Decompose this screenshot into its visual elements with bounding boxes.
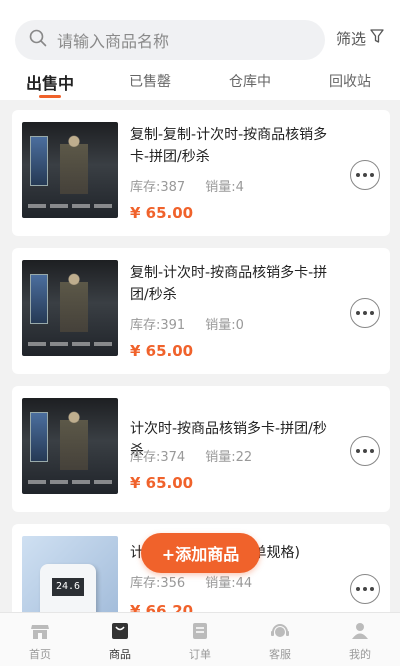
tabbar-item-home[interactable]: 首页 (0, 613, 80, 666)
tabbar-label: 商品 (109, 648, 131, 661)
stock-value: 391 (160, 318, 186, 333)
tabbar-item-service[interactable]: 客服 (240, 613, 320, 666)
sales-value: 0 (235, 318, 244, 333)
tabbar-label: 首页 (29, 648, 51, 661)
sales-label: 销量: (205, 576, 236, 591)
tab-recycle-bin[interactable]: 回收站 (300, 66, 400, 100)
headset-icon (270, 622, 290, 643)
dot-icon (363, 449, 367, 453)
sales-label: 销量: (205, 450, 236, 465)
sales-value: 44 (235, 576, 253, 591)
search-placeholder: 请输入商品名称 (57, 32, 170, 51)
dot-icon (363, 173, 367, 177)
dot-icon (363, 587, 367, 591)
shop-icon (30, 622, 50, 643)
tab-label: 已售罄 (129, 74, 171, 90)
stock-value: 356 (160, 576, 186, 591)
bag-icon (111, 622, 129, 643)
stock-label: 库存: (130, 576, 161, 591)
dot-icon (370, 587, 374, 591)
product-image (22, 122, 118, 218)
header: 请输入商品名称 筛选 出售中 已售罄 仓库中 回收站 (0, 0, 400, 100)
product-title: 复制-复制-计次时-按商品核销多卡-拼团/秒杀 (130, 127, 328, 165)
order-icon (192, 622, 208, 643)
filter-label: 筛选 (335, 30, 366, 48)
funnel-icon (370, 29, 384, 48)
filter-button[interactable]: 筛选 (336, 28, 388, 49)
stock-label: 库存: (130, 450, 161, 465)
dot-icon (370, 173, 374, 177)
product-meta: 库存:356 销量:44 (130, 572, 252, 591)
sales-value: 22 (235, 450, 253, 465)
tabbar-item-orders[interactable]: 订单 (160, 613, 240, 666)
stock-value: 374 (160, 450, 186, 465)
product-price: ¥ 65.00 (130, 342, 194, 360)
tab-on-sale[interactable]: 出售中 (0, 66, 100, 100)
tabbar-label: 订单 (189, 648, 211, 661)
tab-label: 仓库中 (229, 74, 271, 90)
dot-icon (363, 311, 367, 315)
sales-label: 销量: (205, 180, 236, 195)
bottom-tab-bar: 首页 商品 订单 客服 我的 (0, 612, 400, 666)
product-meta: 库存:391 销量:0 (130, 314, 244, 333)
product-list: 复制-复制-计次时-按商品核销多卡-拼团/秒杀 库存:387 销量:4 ¥ 65.… (12, 110, 390, 662)
product-image (22, 260, 118, 356)
product-meta: 库存:387 销量:4 (130, 176, 244, 195)
product-price: ¥ 65.00 (130, 474, 194, 492)
search-icon (29, 29, 47, 51)
product-card[interactable]: 计次时-按商品核销多卡-拼团/秒杀 库存:374 销量:22 ¥ 65.00 (12, 386, 390, 512)
status-tabs: 出售中 已售罄 仓库中 回收站 (0, 66, 400, 100)
dot-icon (370, 311, 374, 315)
tabbar-label: 我的 (349, 648, 371, 661)
tabbar-item-products[interactable]: 商品 (80, 613, 160, 666)
tabbar-item-me[interactable]: 我的 (320, 613, 400, 666)
dot-icon (370, 449, 374, 453)
more-options-button[interactable] (350, 298, 380, 328)
tab-sold-out[interactable]: 已售罄 (100, 66, 200, 100)
product-image (22, 398, 118, 494)
stock-label: 库存: (130, 180, 161, 195)
device-display-text: 24.6 (52, 578, 84, 596)
dot-icon (356, 449, 360, 453)
tab-warehouse[interactable]: 仓库中 (200, 66, 300, 100)
product-meta: 库存:374 销量:22 (130, 446, 252, 465)
dot-icon (356, 311, 360, 315)
dot-icon (356, 587, 360, 591)
product-price: ¥ 65.00 (130, 204, 194, 222)
active-tab-indicator (39, 95, 61, 98)
more-options-button[interactable] (350, 160, 380, 190)
more-options-button[interactable] (350, 574, 380, 604)
product-title: 复制-计次时-按商品核销多卡-拼团/秒杀 (130, 265, 328, 303)
dot-icon (356, 173, 360, 177)
tab-label: 出售中 (25, 74, 74, 93)
product-card[interactable]: 复制-计次时-按商品核销多卡-拼团/秒杀 库存:391 销量:0 ¥ 65.00 (12, 248, 390, 374)
stock-label: 库存: (130, 318, 161, 333)
user-icon (351, 622, 369, 643)
tab-label: 回收站 (329, 74, 371, 90)
more-options-button[interactable] (350, 436, 380, 466)
add-product-button[interactable]: +添加商品 (141, 533, 260, 573)
sales-value: 4 (235, 180, 244, 195)
sales-label: 销量: (205, 318, 236, 333)
stock-value: 387 (160, 180, 186, 195)
search-input[interactable]: 请输入商品名称 (15, 20, 325, 60)
tabbar-label: 客服 (269, 648, 291, 661)
product-card[interactable]: 复制-复制-计次时-按商品核销多卡-拼团/秒杀 库存:387 销量:4 ¥ 65.… (12, 110, 390, 236)
